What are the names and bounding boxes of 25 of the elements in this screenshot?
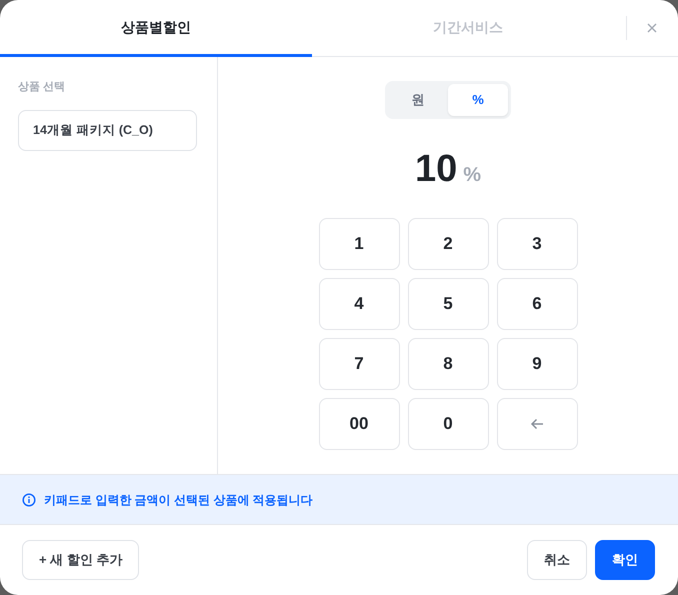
keypad-key[interactable]: 6: [496, 278, 578, 330]
field-label: 상품 선택: [18, 80, 66, 95]
info-text: 키패드로 입력한 금액이 선택된 상품에 적용됩니다: [44, 492, 313, 508]
info-icon: [22, 492, 36, 506]
amount-value: 10: [414, 147, 458, 192]
keypad-key[interactable]: 5: [408, 278, 488, 330]
unit-option[interactable]: 원: [388, 84, 448, 116]
product-select[interactable]: 14개월 패키지 (C_O): [18, 110, 197, 150]
keypad-key[interactable]: 0: [408, 398, 488, 450]
left-arrow-icon: [530, 418, 544, 430]
keypad-key[interactable]: 1: [318, 218, 400, 270]
close-icon: [647, 23, 657, 33]
keypad-key[interactable]: 8: [408, 338, 488, 390]
keypad-key[interactable]: 3: [496, 218, 578, 270]
confirm-button[interactable]: 확인: [595, 540, 655, 580]
unit-option[interactable]: %: [448, 84, 508, 116]
keypad-key[interactable]: 7: [318, 338, 400, 390]
add-discount-button[interactable]: + 새 할인 추가: [22, 540, 140, 580]
keypad-key[interactable]: 00: [318, 398, 400, 450]
keypad-key[interactable]: 9: [496, 338, 578, 390]
cancel-button[interactable]: 취소: [527, 540, 587, 580]
tab[interactable]: 상품별할인: [0, 0, 312, 57]
amount-unit: %: [463, 163, 482, 188]
keypad-key[interactable]: 2: [408, 218, 488, 270]
keypad-key[interactable]: 4: [318, 278, 400, 330]
